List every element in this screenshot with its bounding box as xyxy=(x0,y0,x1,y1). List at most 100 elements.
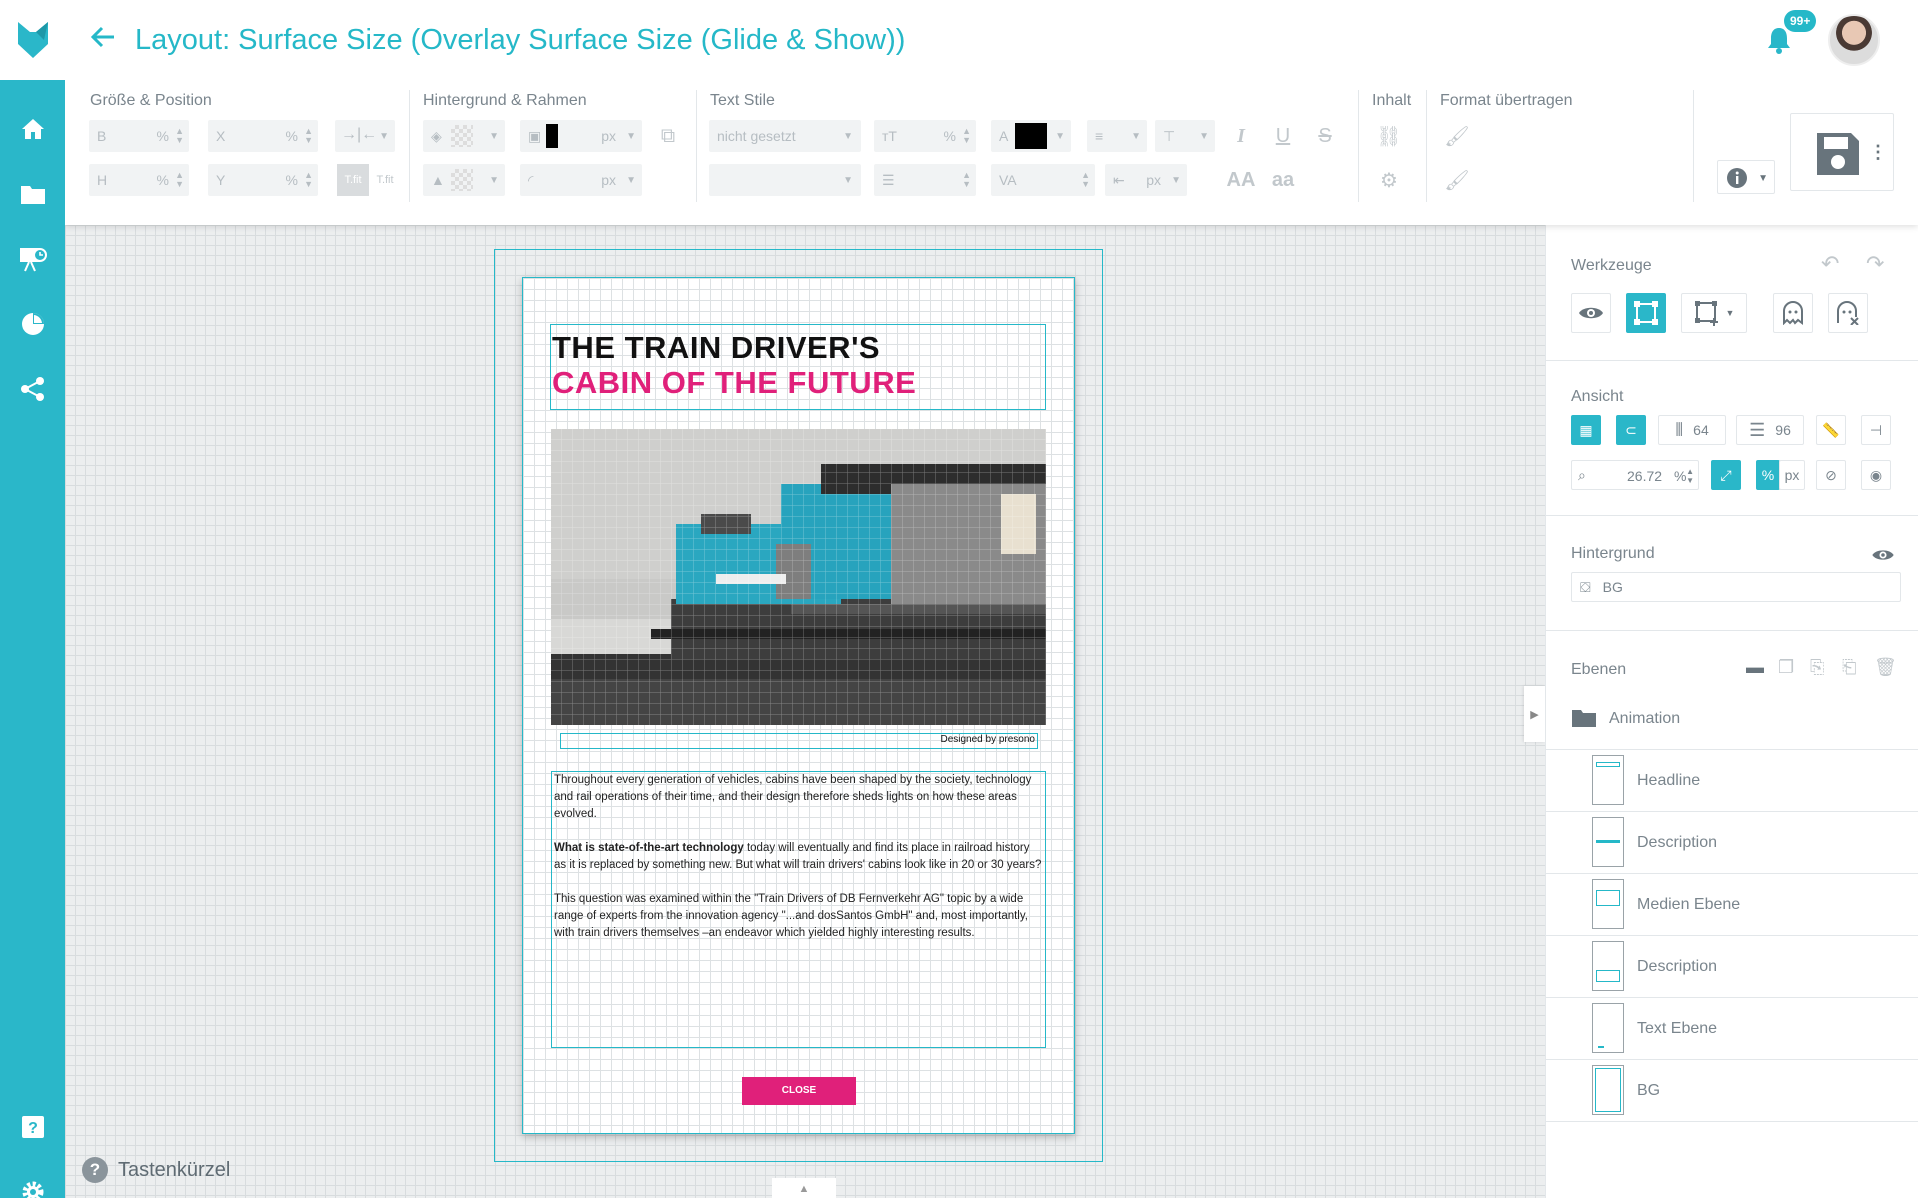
border-style-icon[interactable]: ⧉ xyxy=(652,120,684,152)
copy-icon[interactable]: ❐ xyxy=(1778,657,1794,678)
format-painter-icon[interactable]: 🖌 xyxy=(1441,120,1473,152)
trash-icon[interactable]: 🗑 xyxy=(1874,657,1897,678)
vertical-align-dropdown[interactable]: ⊤ ▼ xyxy=(1155,120,1215,152)
home-icon xyxy=(21,119,44,139)
underline-icon[interactable]: U xyxy=(1267,120,1299,152)
app-logo[interactable] xyxy=(0,0,65,80)
format-painter-apply-icon[interactable]: 🖌 xyxy=(1441,164,1473,196)
width-field[interactable]: B % ▲ ▼ xyxy=(89,120,189,152)
select-tool-button[interactable] xyxy=(1626,293,1666,333)
snap-toggle[interactable]: ⊂ xyxy=(1616,415,1646,445)
new-folder-icon[interactable]: ▬ xyxy=(1746,657,1764,678)
sidebar-item-share[interactable] xyxy=(0,364,65,414)
stepper-icon[interactable]: ▲ ▼ xyxy=(962,127,971,145)
y-field-label: Y xyxy=(216,172,226,188)
sidebar-item-analytics[interactable] xyxy=(0,299,65,349)
visibility-toggle[interactable]: ◉ xyxy=(1861,460,1891,490)
stepper-icon[interactable]: ▲ ▼ xyxy=(1081,171,1090,189)
unit-percent-toggle[interactable]: % xyxy=(1756,460,1780,490)
hide-overlays-toggle[interactable]: ⊘ xyxy=(1816,460,1846,490)
stepper-icon[interactable]: ▲ ▼ xyxy=(1686,467,1694,485)
text-fit-alt-icon[interactable]: T.fit xyxy=(369,164,401,196)
right-panel-toggle[interactable]: ▶ xyxy=(1524,686,1545,742)
stepper-icon[interactable]: ▲ ▼ xyxy=(304,127,313,145)
guides-toggle[interactable]: ⊣ xyxy=(1861,415,1891,445)
align-horizontal-dropdown[interactable]: →|← ▼ xyxy=(335,120,395,152)
content-settings-icon[interactable]: ⚙ xyxy=(1373,164,1405,196)
text-fit-icon[interactable]: T.fit xyxy=(337,164,369,196)
move-to-icon[interactable]: ⎘ xyxy=(1810,657,1824,678)
image-caption[interactable]: Designed by presono xyxy=(560,733,1038,749)
unit-px-toggle[interactable]: px xyxy=(1779,460,1805,490)
link-icon[interactable]: ⛓ xyxy=(1373,120,1405,152)
transparent-swatch xyxy=(451,169,473,191)
sidebar-item-files[interactable] xyxy=(0,169,65,219)
back-arrow-icon[interactable] xyxy=(90,24,120,54)
columns-field[interactable]: ⦀ 64 xyxy=(1658,415,1726,445)
grid-toggle[interactable]: ▦ xyxy=(1571,415,1601,445)
user-avatar[interactable] xyxy=(1828,14,1880,66)
remove-ghost-tool-button[interactable] xyxy=(1828,293,1868,333)
sidebar-item-presentations[interactable] xyxy=(0,234,65,284)
radius-unit: px xyxy=(601,172,616,188)
layer-row-text[interactable]: Text Ebene xyxy=(1546,998,1918,1060)
border-width-field[interactable]: ▣ px ▼ xyxy=(520,120,642,152)
ghost-tool-button[interactable] xyxy=(1773,293,1813,333)
stepper-icon[interactable]: ▲ ▼ xyxy=(175,127,184,145)
landscape-icon: ▲ xyxy=(431,172,445,188)
layer-row-animation[interactable]: Animation xyxy=(1546,688,1918,750)
background-select[interactable]: ⛋ BG xyxy=(1571,572,1901,602)
text-align-dropdown[interactable]: ≡ ▼ xyxy=(1087,120,1147,152)
chevron-down-icon: ▼ xyxy=(626,131,636,142)
close-button[interactable]: CLOSE xyxy=(742,1077,856,1105)
font-size-field[interactable]: тT % ▲ ▼ xyxy=(874,120,976,152)
sidebar-item-home[interactable] xyxy=(0,104,65,154)
more-vertical-icon[interactable]: ⋮ xyxy=(1869,142,1887,163)
font-family-select[interactable]: ▼ xyxy=(709,164,861,196)
layer-row-description[interactable]: Description xyxy=(1546,812,1918,874)
fit-to-screen-button[interactable]: ⤢ xyxy=(1711,460,1741,490)
layer-row-description-2[interactable]: Description xyxy=(1546,936,1918,998)
undo-icon[interactable]: ↶ xyxy=(1821,251,1839,277)
background-visibility-icon[interactable] xyxy=(1871,547,1895,568)
shadow-color-dropdown[interactable]: ▲ ▼ xyxy=(423,164,505,196)
line-height-field[interactable]: ☰ ▲ ▼ xyxy=(874,164,976,196)
stepper-icon[interactable]: ▲ ▼ xyxy=(304,171,313,189)
layer-row-headline[interactable]: Headline xyxy=(1546,750,1918,812)
letter-spacing-field[interactable]: VA ▲ ▼ xyxy=(991,164,1095,196)
media-layer-image[interactable] xyxy=(551,429,1046,725)
fill-color-dropdown[interactable]: ◈ ▼ xyxy=(423,120,505,152)
ruler-toggle[interactable]: 📏 xyxy=(1816,415,1846,445)
stepper-icon[interactable]: ▲ ▼ xyxy=(175,171,184,189)
layer-row-media[interactable]: Medien Ebene xyxy=(1546,874,1918,936)
text-color-dropdown[interactable]: A ▼ xyxy=(991,120,1071,152)
description-text-block[interactable]: Throughout every generation of vehicles,… xyxy=(551,771,1046,1048)
rows-field[interactable]: ☰ 96 xyxy=(1736,415,1804,445)
presentation-clock-icon xyxy=(19,248,47,272)
bottom-panel-toggle[interactable]: ▲ xyxy=(772,1178,836,1198)
strikethrough-icon[interactable]: S xyxy=(1309,120,1341,152)
add-frame-dropdown[interactable]: ▼ xyxy=(1681,293,1747,333)
zoom-field[interactable]: ⌕ 26.72 % ▲ ▼ xyxy=(1571,460,1699,490)
save-button[interactable]: ⋮ xyxy=(1790,113,1894,191)
zoom-value: 26.72 xyxy=(1627,468,1663,484)
corner-radius-field[interactable]: ◜ px ▼ xyxy=(520,164,642,196)
info-dropdown[interactable]: ▼ xyxy=(1717,160,1775,194)
sidebar-item-settings[interactable] xyxy=(0,1167,65,1198)
padding-field[interactable]: ⇤ px ▼ xyxy=(1105,164,1187,196)
redo-icon[interactable]: ↷ xyxy=(1866,251,1884,277)
text-style-select[interactable]: nicht gesetzt ▼ xyxy=(709,120,861,152)
y-field[interactable]: Y % ▲ ▼ xyxy=(208,164,318,196)
lowercase-icon[interactable]: aa xyxy=(1267,164,1299,196)
paste-icon[interactable]: ⎗ xyxy=(1842,657,1856,678)
uppercase-icon[interactable]: AA xyxy=(1225,164,1257,196)
height-field[interactable]: H % ▲ ▼ xyxy=(89,164,189,196)
preview-tool-button[interactable] xyxy=(1571,293,1611,333)
x-field[interactable]: X % ▲ ▼ xyxy=(208,120,318,152)
sidebar-item-help[interactable]: ? xyxy=(0,1102,65,1152)
italic-icon[interactable]: I xyxy=(1225,120,1257,152)
format-toolbar: Größe & Position B % ▲ ▼ X % ▲ ▼ →|← ▼ H %… xyxy=(65,80,1918,225)
keyboard-shortcuts-link[interactable]: ? Tastenkürzel xyxy=(82,1157,230,1183)
stepper-icon[interactable]: ▲ ▼ xyxy=(962,171,971,189)
layer-row-bg[interactable]: BG xyxy=(1546,1060,1918,1122)
